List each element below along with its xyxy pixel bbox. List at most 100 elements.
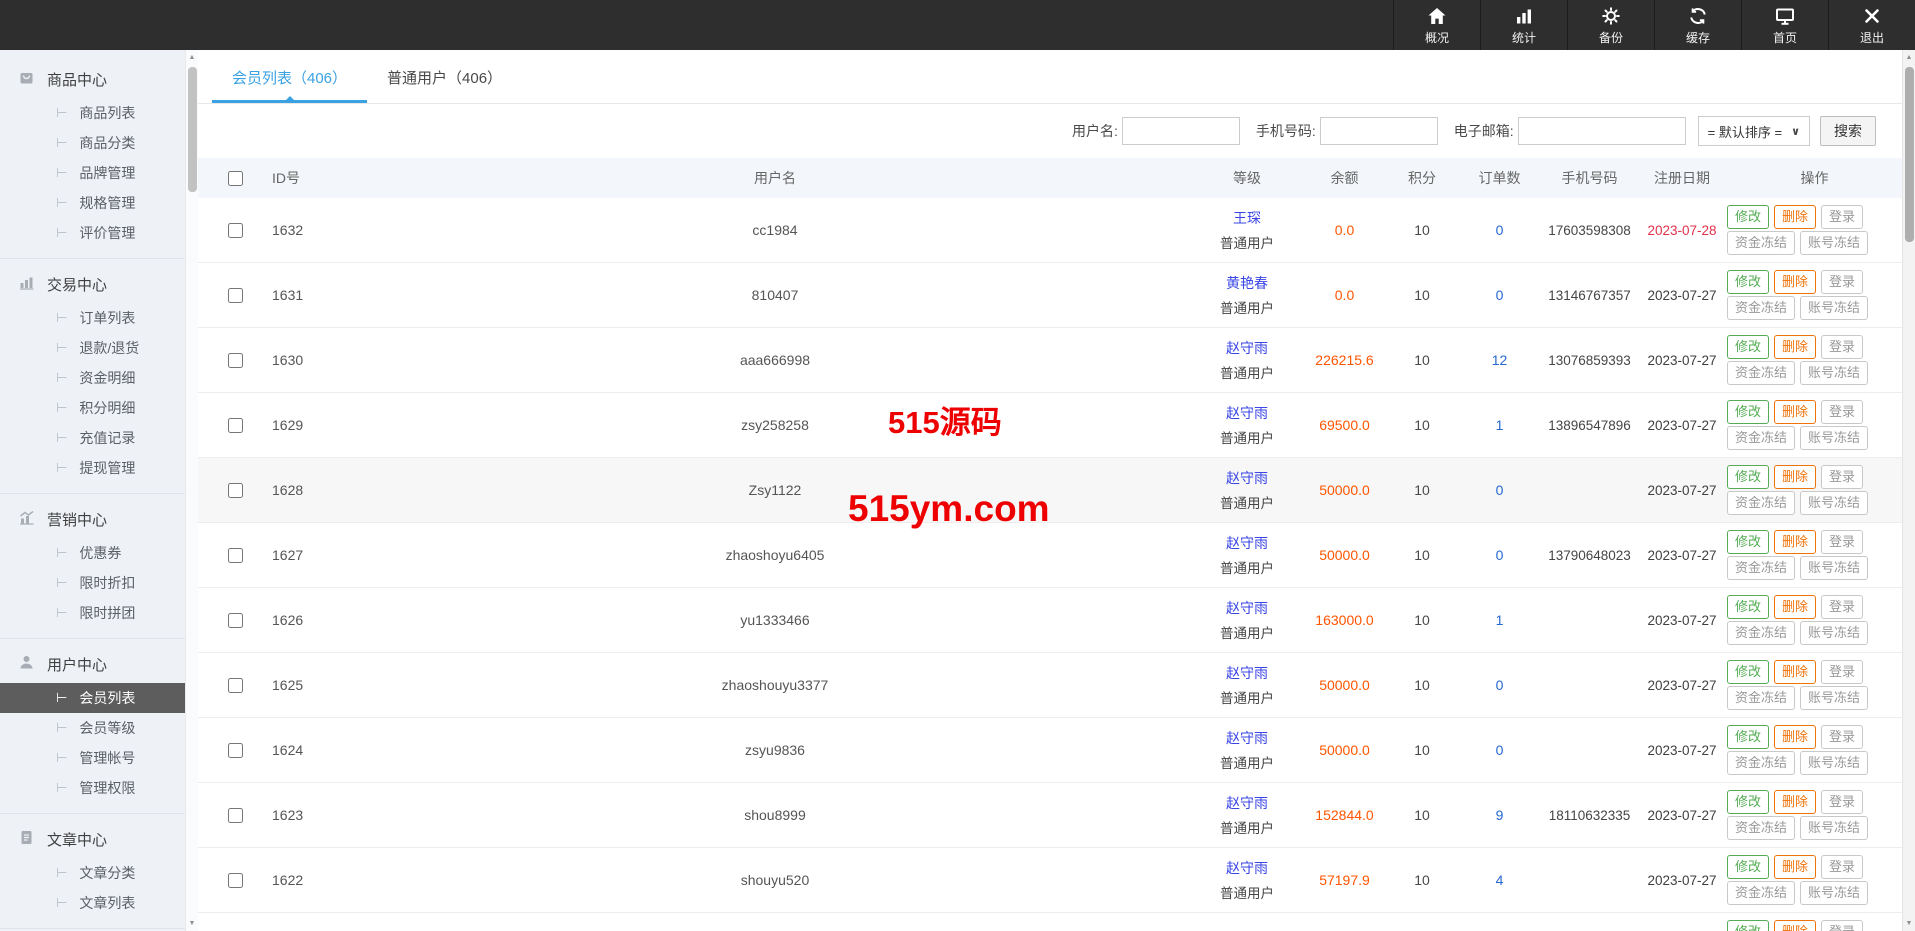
sidebar-section-title[interactable]: 商品中心 bbox=[0, 60, 185, 98]
row-orders[interactable]: 0 bbox=[1457, 677, 1542, 693]
sidebar-item[interactable]: ⊢商品分类 bbox=[0, 128, 185, 158]
sort-select[interactable]: = 默认排序 = ∨ bbox=[1698, 116, 1810, 146]
topnav-overview[interactable]: 概况 bbox=[1393, 0, 1480, 50]
tab-member-list[interactable]: 会员列表（406） bbox=[212, 61, 367, 103]
sidebar-item[interactable]: ⊢规格管理 bbox=[0, 188, 185, 218]
edit-button[interactable]: 修改 bbox=[1727, 660, 1769, 684]
sidebar-section-title[interactable]: 交易中心 bbox=[0, 265, 185, 303]
row-checkbox[interactable] bbox=[228, 288, 243, 303]
sidebar-item[interactable]: ⊢提现管理 bbox=[0, 453, 185, 483]
row-checkbox[interactable] bbox=[228, 353, 243, 368]
edit-button[interactable]: 修改 bbox=[1727, 530, 1769, 554]
freeze-account-button[interactable]: 账号冻结 bbox=[1800, 881, 1868, 905]
row-checkbox[interactable] bbox=[228, 743, 243, 758]
delete-button[interactable]: 删除 bbox=[1774, 790, 1816, 814]
main-scroll-thumb[interactable] bbox=[1905, 67, 1914, 242]
delete-button[interactable]: 删除 bbox=[1774, 530, 1816, 554]
row-checkbox[interactable] bbox=[228, 483, 243, 498]
sidebar-scrollbar[interactable]: ▲ ▼ bbox=[185, 50, 198, 931]
freeze-funds-button[interactable]: 资金冻结 bbox=[1727, 816, 1795, 840]
row-checkbox[interactable] bbox=[228, 873, 243, 888]
row-orders[interactable]: 1 bbox=[1457, 612, 1542, 628]
row-checkbox[interactable] bbox=[228, 678, 243, 693]
sidebar-section-title[interactable]: 用户中心 bbox=[0, 645, 185, 683]
freeze-account-button[interactable]: 账号冻结 bbox=[1800, 491, 1868, 515]
row-orders[interactable]: 0 bbox=[1457, 547, 1542, 563]
row-orders[interactable]: 9 bbox=[1457, 807, 1542, 823]
login-button[interactable]: 登录 bbox=[1821, 595, 1863, 619]
level-name-link[interactable]: 赵守雨 bbox=[1192, 728, 1302, 748]
freeze-funds-button[interactable]: 资金冻结 bbox=[1727, 881, 1795, 905]
freeze-account-button[interactable]: 账号冻结 bbox=[1800, 556, 1868, 580]
freeze-account-button[interactable]: 账号冻结 bbox=[1800, 751, 1868, 775]
sidebar-section-title[interactable]: 营销中心 bbox=[0, 500, 185, 538]
row-orders[interactable]: 0 bbox=[1457, 222, 1542, 238]
row-orders[interactable]: 0 bbox=[1457, 742, 1542, 758]
sidebar-item[interactable]: ⊢管理权限 bbox=[0, 773, 185, 803]
row-orders[interactable]: 0 bbox=[1457, 287, 1542, 303]
login-button[interactable]: 登录 bbox=[1821, 725, 1863, 749]
delete-button[interactable]: 删除 bbox=[1774, 660, 1816, 684]
edit-button[interactable]: 修改 bbox=[1727, 725, 1769, 749]
login-button[interactable]: 登录 bbox=[1821, 530, 1863, 554]
sidebar-item[interactable]: ⊢文章分类 bbox=[0, 858, 185, 888]
level-name-link[interactable]: 赵守雨 bbox=[1192, 403, 1302, 423]
freeze-account-button[interactable]: 账号冻结 bbox=[1800, 621, 1868, 645]
sidebar-item[interactable]: ⊢限时拼团 bbox=[0, 598, 185, 628]
sidebar-item[interactable]: ⊢管理帐号 bbox=[0, 743, 185, 773]
scroll-up-icon[interactable]: ▲ bbox=[186, 54, 198, 61]
edit-button[interactable]: 修改 bbox=[1727, 270, 1769, 294]
freeze-funds-button[interactable]: 资金冻结 bbox=[1727, 491, 1795, 515]
topnav-stats[interactable]: 统计 bbox=[1480, 0, 1567, 50]
freeze-funds-button[interactable]: 资金冻结 bbox=[1727, 231, 1795, 255]
login-button[interactable]: 登录 bbox=[1821, 660, 1863, 684]
delete-button[interactable]: 删除 bbox=[1774, 595, 1816, 619]
sidebar-item[interactable]: ⊢文章列表 bbox=[0, 888, 185, 918]
freeze-funds-button[interactable]: 资金冻结 bbox=[1727, 361, 1795, 385]
scroll-up-icon[interactable]: ▲ bbox=[1903, 54, 1915, 61]
login-button[interactable]: 登录 bbox=[1821, 205, 1863, 229]
topnav-homepage[interactable]: 首页 bbox=[1741, 0, 1828, 50]
topnav-backup[interactable]: 备份 bbox=[1567, 0, 1654, 50]
row-orders[interactable]: 0 bbox=[1457, 482, 1542, 498]
select-all-checkbox[interactable] bbox=[228, 171, 243, 186]
delete-button[interactable]: 删除 bbox=[1774, 725, 1816, 749]
level-name-link[interactable]: 赵守雨 bbox=[1192, 793, 1302, 813]
freeze-funds-button[interactable]: 资金冻结 bbox=[1727, 556, 1795, 580]
sidebar-item[interactable]: ⊢商品列表 bbox=[0, 98, 185, 128]
delete-button[interactable]: 删除 bbox=[1774, 270, 1816, 294]
freeze-account-button[interactable]: 账号冻结 bbox=[1800, 426, 1868, 450]
delete-button[interactable]: 删除 bbox=[1774, 920, 1816, 931]
edit-button[interactable]: 修改 bbox=[1727, 205, 1769, 229]
row-checkbox[interactable] bbox=[228, 223, 243, 238]
scroll-down-icon[interactable]: ▼ bbox=[186, 920, 198, 927]
freeze-account-button[interactable]: 账号冻结 bbox=[1800, 231, 1868, 255]
username-input[interactable] bbox=[1122, 117, 1240, 145]
sidebar-item[interactable]: ⊢积分明细 bbox=[0, 393, 185, 423]
edit-button[interactable]: 修改 bbox=[1727, 920, 1769, 931]
level-name-link[interactable]: 赵守雨 bbox=[1192, 338, 1302, 358]
sidebar-item[interactable]: ⊢会员等级 bbox=[0, 713, 185, 743]
level-name-link[interactable]: 赵守雨 bbox=[1192, 533, 1302, 553]
level-name-link[interactable]: 王琛 bbox=[1192, 208, 1302, 228]
sidebar-item[interactable]: ⊢品牌管理 bbox=[0, 158, 185, 188]
freeze-funds-button[interactable]: 资金冻结 bbox=[1727, 751, 1795, 775]
freeze-funds-button[interactable]: 资金冻结 bbox=[1727, 426, 1795, 450]
delete-button[interactable]: 删除 bbox=[1774, 205, 1816, 229]
level-name-link[interactable]: 赵守雨 bbox=[1192, 468, 1302, 488]
delete-button[interactable]: 删除 bbox=[1774, 335, 1816, 359]
freeze-account-button[interactable]: 账号冻结 bbox=[1800, 686, 1868, 710]
main-scrollbar[interactable]: ▲ ▼ bbox=[1902, 50, 1915, 931]
search-button[interactable]: 搜索 bbox=[1820, 116, 1876, 146]
row-checkbox[interactable] bbox=[228, 808, 243, 823]
login-button[interactable]: 登录 bbox=[1821, 270, 1863, 294]
sidebar-item[interactable]: ⊢会员列表 bbox=[0, 683, 185, 713]
level-name-link[interactable]: 赵守雨 bbox=[1192, 858, 1302, 878]
login-button[interactable]: 登录 bbox=[1821, 790, 1863, 814]
topnav-logout[interactable]: 退出 bbox=[1828, 0, 1915, 50]
row-checkbox[interactable] bbox=[228, 613, 243, 628]
login-button[interactable]: 登录 bbox=[1821, 465, 1863, 489]
login-button[interactable]: 登录 bbox=[1821, 400, 1863, 424]
level-name-link[interactable]: 黄艳春 bbox=[1192, 273, 1302, 293]
sidebar-section-title[interactable]: 文章中心 bbox=[0, 820, 185, 858]
